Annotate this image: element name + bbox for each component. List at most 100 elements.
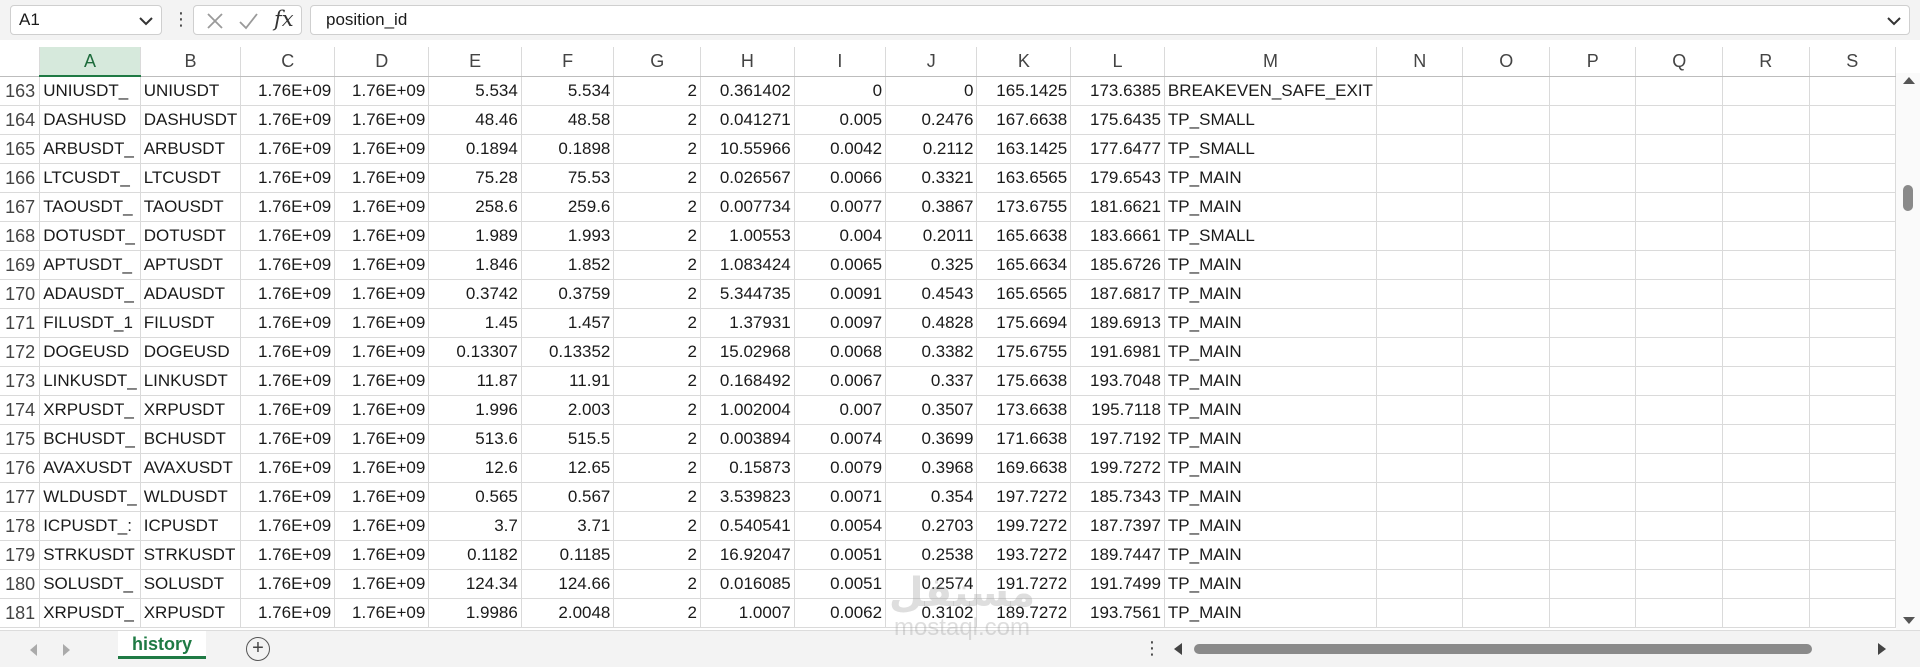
select-all-corner[interactable] [0, 47, 41, 77]
cell-h[interactable]: 0.041271 [700, 105, 795, 135]
cell-q[interactable] [1635, 395, 1724, 425]
cell-j[interactable]: 0.3867 [885, 192, 978, 222]
cell-o[interactable] [1462, 395, 1551, 425]
cell-q[interactable] [1635, 163, 1724, 193]
cell-o[interactable] [1462, 540, 1551, 570]
cell-g[interactable]: 2 [613, 134, 701, 164]
cell-o[interactable] [1462, 366, 1551, 396]
cell-a[interactable]: LINKUSDT_ [39, 366, 141, 396]
row-header[interactable]: 173 [0, 366, 41, 396]
cell-l[interactable]: 187.6817 [1070, 279, 1165, 309]
cell-e[interactable]: 1.846 [428, 250, 522, 280]
cell-r[interactable] [1722, 424, 1810, 454]
cell-g[interactable]: 2 [613, 540, 701, 570]
row-header[interactable]: 177 [0, 482, 41, 512]
cell-l[interactable]: 187.7397 [1070, 511, 1165, 541]
cell-p[interactable] [1549, 569, 1637, 599]
cell-i[interactable]: 0.0051 [794, 569, 887, 599]
cell-h[interactable]: 3.539823 [700, 482, 795, 512]
cell-i[interactable]: 0.0091 [794, 279, 887, 309]
cell-q[interactable] [1635, 308, 1724, 338]
cell-s[interactable] [1809, 482, 1896, 512]
cell-h[interactable]: 16.92047 [700, 540, 795, 570]
cell-i[interactable]: 0.0077 [794, 192, 887, 222]
cell-f[interactable]: 0.3759 [521, 279, 615, 309]
cell-c[interactable]: 1.76E+09 [240, 511, 336, 541]
cell-m[interactable]: TP_MAIN [1164, 424, 1377, 454]
column-header-n[interactable]: N [1376, 47, 1464, 77]
cell-r[interactable] [1722, 221, 1810, 251]
cell-q[interactable] [1635, 76, 1724, 106]
cell-p[interactable] [1549, 453, 1637, 483]
cell-n[interactable] [1376, 250, 1464, 280]
cell-b[interactable]: BCHUSDT [140, 424, 242, 454]
cell-g[interactable]: 2 [613, 337, 701, 367]
cell-b[interactable]: DOGEUSD [140, 337, 242, 367]
cell-o[interactable] [1462, 221, 1551, 251]
cell-k[interactable]: 175.6755 [976, 337, 1072, 367]
row-header[interactable]: 178 [0, 511, 41, 541]
cell-h[interactable]: 0.15873 [700, 453, 795, 483]
cell-m[interactable]: TP_MAIN [1164, 453, 1377, 483]
cell-m[interactable]: TP_MAIN [1164, 279, 1377, 309]
cell-n[interactable] [1376, 453, 1464, 483]
cell-b[interactable]: APTUSDT [140, 250, 242, 280]
cell-n[interactable] [1376, 482, 1464, 512]
cell-f[interactable]: 75.53 [521, 163, 615, 193]
cell-k[interactable]: 175.6694 [976, 308, 1072, 338]
cell-a[interactable]: FILUSDT_1 [39, 308, 141, 338]
cell-e[interactable]: 0.1894 [428, 134, 522, 164]
cell-s[interactable] [1809, 395, 1896, 425]
cell-a[interactable]: XRPUSDT_ [39, 598, 141, 628]
cell-m[interactable]: TP_MAIN [1164, 540, 1377, 570]
cell-g[interactable]: 2 [613, 511, 701, 541]
cell-m[interactable]: TP_MAIN [1164, 395, 1377, 425]
cell-m[interactable]: TP_SMALL [1164, 221, 1377, 251]
cell-f[interactable]: 3.71 [521, 511, 615, 541]
cell-l[interactable]: 189.7447 [1070, 540, 1165, 570]
cell-a[interactable]: DOTUSDT_ [39, 221, 141, 251]
cell-r[interactable] [1722, 308, 1810, 338]
cell-p[interactable] [1549, 424, 1637, 454]
cell-l[interactable]: 191.6981 [1070, 337, 1165, 367]
cell-r[interactable] [1722, 192, 1810, 222]
cell-s[interactable] [1809, 453, 1896, 483]
cell-a[interactable]: DASHUSD [39, 105, 141, 135]
cell-b[interactable]: UNIUSDT [140, 76, 242, 106]
cell-n[interactable] [1376, 366, 1464, 396]
cell-r[interactable] [1722, 76, 1810, 106]
cell-f[interactable]: 1.852 [521, 250, 615, 280]
cell-f[interactable]: 11.91 [521, 366, 615, 396]
cell-e[interactable]: 12.6 [428, 453, 522, 483]
cell-l[interactable]: 175.6435 [1070, 105, 1165, 135]
cell-r[interactable] [1722, 134, 1810, 164]
cell-p[interactable] [1549, 192, 1637, 222]
row-header[interactable]: 175 [0, 424, 41, 454]
cell-r[interactable] [1722, 279, 1810, 309]
row-header[interactable]: 167 [0, 192, 41, 222]
cell-k[interactable]: 167.6638 [976, 105, 1072, 135]
cell-h[interactable]: 1.00553 [700, 221, 795, 251]
cell-i[interactable]: 0.0062 [794, 598, 887, 628]
cell-e[interactable]: 1.989 [428, 221, 522, 251]
cell-b[interactable]: DASHUSDT [140, 105, 242, 135]
cell-h[interactable]: 1.37931 [700, 308, 795, 338]
cell-a[interactable]: LTCUSDT_ [39, 163, 141, 193]
cell-c[interactable]: 1.76E+09 [240, 569, 336, 599]
cell-a[interactable]: ICPUSDT_: [39, 511, 141, 541]
cell-g[interactable]: 2 [613, 221, 701, 251]
cell-g[interactable]: 2 [613, 105, 701, 135]
cell-i[interactable]: 0.007 [794, 395, 887, 425]
cell-s[interactable] [1809, 279, 1896, 309]
cell-f[interactable]: 1.993 [521, 221, 615, 251]
cell-m[interactable]: TP_MAIN [1164, 337, 1377, 367]
cell-c[interactable]: 1.76E+09 [240, 192, 336, 222]
cell-p[interactable] [1549, 250, 1637, 280]
cell-k[interactable]: 175.6638 [976, 366, 1072, 396]
cell-n[interactable] [1376, 134, 1464, 164]
cell-h[interactable]: 0.007734 [700, 192, 795, 222]
cell-p[interactable] [1549, 366, 1637, 396]
cell-j[interactable]: 0.2476 [885, 105, 978, 135]
row-header[interactable]: 180 [0, 569, 41, 599]
cell-f[interactable]: 12.65 [521, 453, 615, 483]
